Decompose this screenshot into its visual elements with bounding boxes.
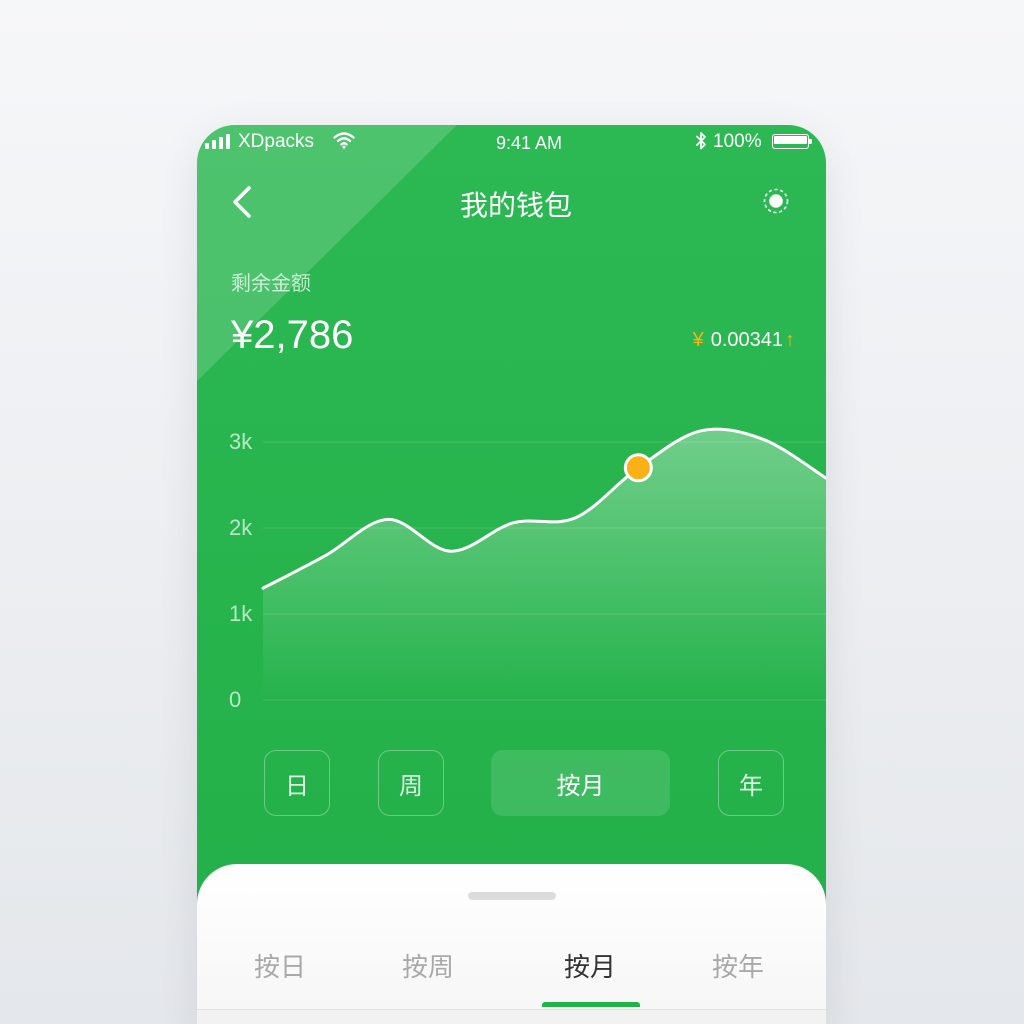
- active-tab-indicator: [542, 1002, 640, 1007]
- period-button-day[interactable]: 日: [264, 750, 330, 816]
- battery-icon: [772, 134, 812, 149]
- highlight-point-marker: [623, 453, 653, 483]
- wifi-icon: [333, 132, 355, 149]
- sheet-content-area: [197, 1010, 826, 1024]
- y-tick-label: 2k: [229, 515, 253, 540]
- back-button[interactable]: [230, 183, 254, 221]
- period-button-month[interactable]: 按月: [491, 750, 670, 816]
- balance-line-chart: [261, 427, 826, 701]
- period-button-year[interactable]: 年: [718, 750, 784, 816]
- battery-nub: [809, 139, 812, 144]
- tab-by-day[interactable]: 按日: [220, 950, 340, 984]
- page-title: 我的钱包: [459, 190, 572, 221]
- series-area: [263, 429, 826, 700]
- phone-screen: XDpacks 9:41 AM 100% 我的钱包 剩余金额 ¥2,786 ¥ …: [197, 125, 826, 1024]
- battery-fill: [774, 136, 807, 144]
- target-icon[interactable]: [762, 187, 790, 215]
- status-time: 9:41 AM: [495, 133, 563, 153]
- change-up-arrow-icon: ↑: [785, 329, 795, 351]
- bluetooth-icon: [696, 132, 706, 150]
- change-value: 0.00341: [710, 329, 783, 351]
- y-tick-label: 0: [229, 687, 242, 712]
- tab-by-month[interactable]: 按月: [530, 950, 650, 984]
- balance-change: ¥ 0.00341 ↑: [693, 327, 795, 353]
- battery-percent: 100%: [713, 131, 762, 152]
- y-tick-label: 3k: [229, 429, 253, 454]
- sheet-drag-handle[interactable]: [468, 892, 556, 900]
- carrier-name: XDpacks: [238, 131, 315, 152]
- change-currency: ¥: [692, 329, 704, 351]
- period-button-week[interactable]: 周: [378, 750, 444, 816]
- tab-by-week[interactable]: 按周: [368, 950, 488, 984]
- tab-by-year[interactable]: 按年: [678, 950, 798, 984]
- bottom-sheet: 按日 按周 按月 按年: [197, 864, 826, 1024]
- balance-label: 剩余金额: [231, 273, 311, 295]
- signal-bars-icon: [205, 134, 230, 149]
- chevron-left-icon: [233, 186, 251, 218]
- y-tick-label: 1k: [229, 601, 253, 626]
- balance-amount: ¥2,786: [231, 313, 354, 357]
